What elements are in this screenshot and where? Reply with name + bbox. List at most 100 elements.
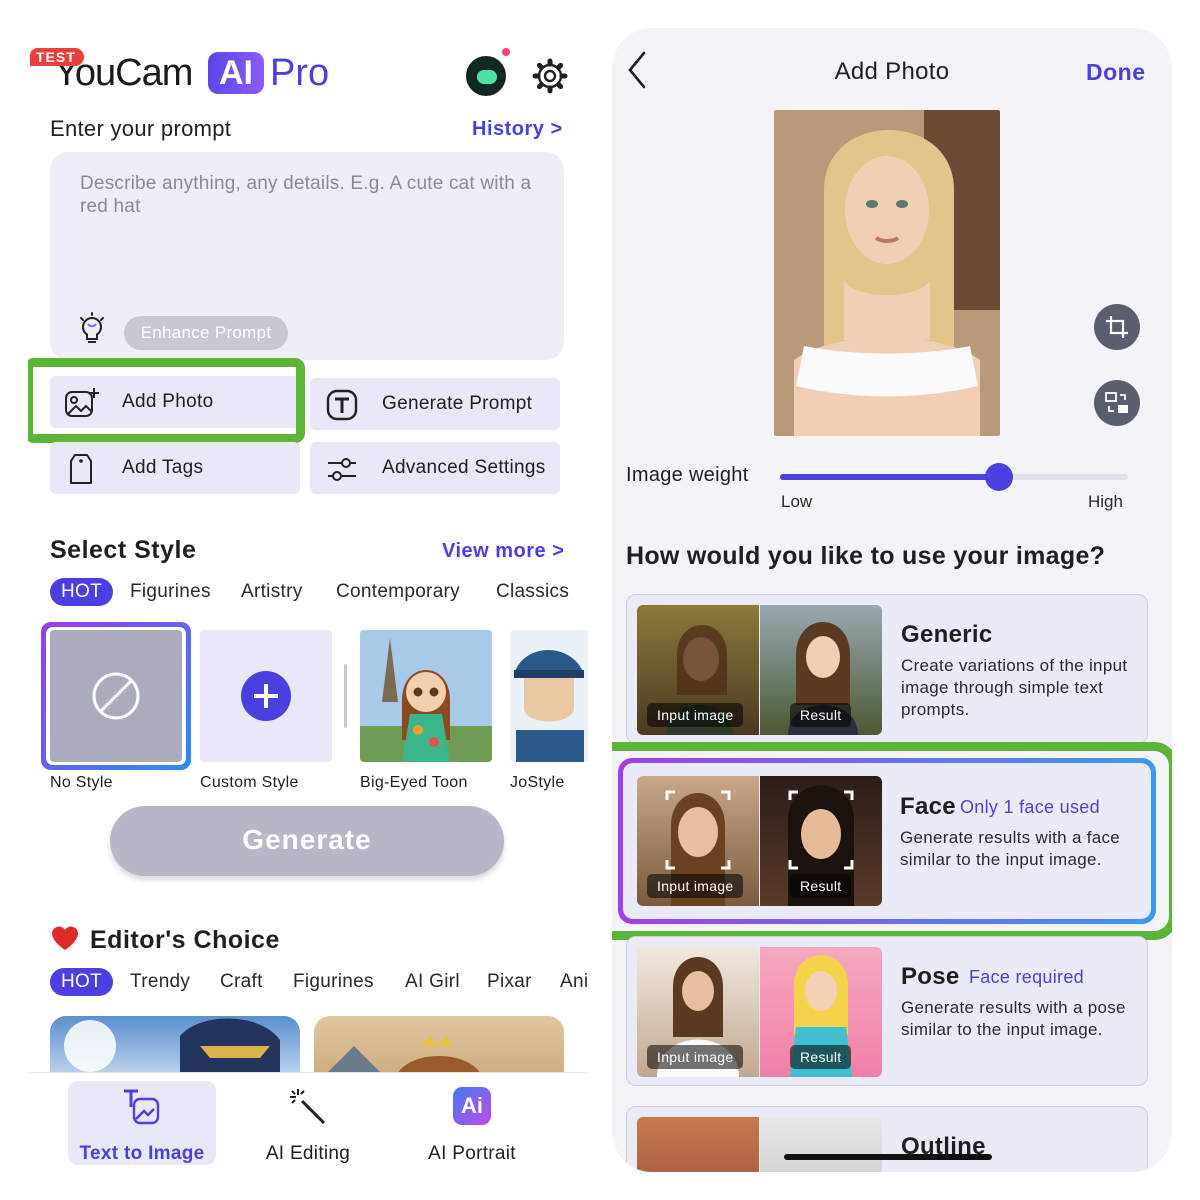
replace-image-icon bbox=[1105, 392, 1128, 413]
advanced-settings-label: Advanced Settings bbox=[382, 457, 546, 478]
notification-dot bbox=[502, 48, 510, 56]
editors-tab-pixar[interactable]: Pixar bbox=[487, 968, 532, 996]
style-tab-contemporary[interactable]: Contemporary bbox=[336, 578, 460, 606]
image-weight-label: Image weight bbox=[626, 464, 749, 486]
style-tabs: HOT Figurines Artistry Contemporary Clas… bbox=[50, 578, 588, 608]
nav-label: AI Portrait bbox=[428, 1143, 516, 1164]
editors-tab-trendy[interactable]: Trendy bbox=[130, 968, 190, 996]
avatar[interactable] bbox=[466, 56, 506, 96]
style-tab-artistry[interactable]: Artistry bbox=[241, 578, 303, 606]
heart-icon bbox=[52, 926, 78, 950]
test-badge: TEST bbox=[30, 48, 84, 66]
style-tab-figurines[interactable]: Figurines bbox=[130, 578, 211, 606]
highlight-frame bbox=[612, 742, 1172, 940]
pose-result-image: Result bbox=[760, 947, 882, 1077]
option-subtitle: Face required bbox=[969, 967, 1084, 987]
editors-tab-hot[interactable]: HOT bbox=[50, 968, 114, 996]
style-card-custom[interactable] bbox=[200, 630, 332, 762]
pose-input-image: Input image bbox=[637, 947, 759, 1077]
nav-ai-editing[interactable]: AI Editing bbox=[234, 1081, 382, 1165]
input-image-tag: Input image bbox=[647, 1045, 744, 1069]
style-card-no-style[interactable] bbox=[50, 630, 182, 762]
style-label-big-eyed-toon: Big-Eyed Toon bbox=[360, 774, 468, 791]
plus-icon bbox=[241, 671, 291, 721]
generic-input-image: Input image bbox=[637, 605, 759, 735]
slider-fill bbox=[780, 474, 1000, 480]
magic-wand-icon bbox=[290, 1089, 326, 1125]
add-tags-button[interactable]: Add Tags bbox=[50, 442, 300, 494]
option-outline[interactable]: Outline bbox=[626, 1106, 1148, 1172]
slider-high-label: High bbox=[1088, 492, 1123, 511]
generic-result-image: Result bbox=[760, 605, 882, 735]
option-description: Create variations of the input image thr… bbox=[901, 656, 1128, 719]
option-pose[interactable]: Input image Result Pose Face required Ge… bbox=[626, 936, 1148, 1086]
generate-prompt-label: Generate Prompt bbox=[382, 393, 533, 414]
nav-label: AI Editing bbox=[265, 1143, 351, 1164]
style-card-big-eyed-toon[interactable] bbox=[360, 630, 492, 762]
ai-portrait-icon: Ai bbox=[453, 1087, 491, 1125]
prompt-title: Enter your prompt bbox=[50, 116, 232, 141]
result-tag: Result bbox=[790, 1045, 852, 1069]
no-style-icon bbox=[92, 672, 140, 720]
option-title: Generic bbox=[901, 621, 993, 648]
style-tab-classics[interactable]: Classics bbox=[496, 578, 569, 606]
bottom-nav: Text to Image AI Editing Ai AI Portrait bbox=[28, 1072, 588, 1172]
toon-thumbnail bbox=[360, 630, 492, 762]
input-image-tag: Input image bbox=[647, 703, 744, 727]
editors-tab-ani[interactable]: Ani bbox=[560, 968, 588, 996]
sliders-icon bbox=[328, 458, 356, 481]
generate-prompt-button[interactable]: Generate Prompt bbox=[310, 378, 560, 430]
jostyle-thumbnail bbox=[510, 630, 588, 762]
option-description: Generate results with a pose similar to … bbox=[901, 998, 1126, 1039]
done-button[interactable]: Done bbox=[1086, 59, 1146, 86]
nav-text-to-image[interactable]: Text to Image bbox=[68, 1081, 216, 1165]
style-tab-hot[interactable]: HOT bbox=[50, 578, 114, 606]
slider-low-label: Low bbox=[781, 492, 813, 511]
editors-tab-ai-girl[interactable]: AI Girl bbox=[405, 968, 460, 996]
add-tags-label: Add Tags bbox=[122, 457, 204, 478]
result-tag: Result bbox=[790, 703, 852, 727]
editors-tab-figurines[interactable]: Figurines bbox=[293, 968, 374, 996]
nav-label: Text to Image bbox=[79, 1143, 205, 1164]
style-label-no-style: No Style bbox=[50, 774, 113, 791]
image-weight-slider[interactable] bbox=[780, 463, 1128, 491]
highlight-frame bbox=[28, 358, 305, 443]
lightbulb-icon[interactable] bbox=[76, 312, 108, 348]
editors-tab-craft[interactable]: Craft bbox=[220, 968, 263, 996]
editors-choice-title: Editor's Choice bbox=[90, 926, 280, 954]
style-label-custom: Custom Style bbox=[200, 774, 299, 791]
crop-button[interactable] bbox=[1094, 304, 1140, 350]
style-label-jostyle: JoStyle bbox=[510, 774, 565, 791]
logo-pro: Pro bbox=[270, 52, 330, 94]
option-generic[interactable]: Input image Result Generic Create variat… bbox=[626, 594, 1148, 744]
prompt-placeholder: Describe anything, any details. E.g. A c… bbox=[80, 173, 532, 217]
generate-button[interactable]: Generate bbox=[110, 806, 504, 876]
advanced-settings-button[interactable]: Advanced Settings bbox=[310, 442, 560, 494]
prompt-input[interactable]: Describe anything, any details. E.g. A c… bbox=[50, 152, 564, 360]
option-title: Pose bbox=[901, 963, 960, 990]
nav-ai-portrait[interactable]: Ai AI Portrait bbox=[398, 1081, 546, 1165]
slider-knob[interactable] bbox=[985, 463, 1014, 491]
replace-photo-button[interactable] bbox=[1094, 380, 1140, 426]
enhance-prompt-button[interactable]: Enhance Prompt bbox=[124, 316, 288, 350]
style-divider bbox=[344, 664, 347, 728]
editors-tabs: HOT Trendy Craft Figurines AI Girl Pixar… bbox=[50, 968, 588, 998]
style-card-jostyle[interactable] bbox=[510, 630, 588, 762]
logo-ai: AI bbox=[208, 52, 264, 94]
outline-input-image bbox=[637, 1117, 759, 1172]
add-photo-screen: Add Photo Done Image weight Low High How… bbox=[612, 28, 1172, 1172]
gear-icon[interactable] bbox=[530, 56, 570, 96]
tag-icon bbox=[70, 454, 92, 484]
view-more-link[interactable]: View more > bbox=[442, 540, 564, 563]
crop-icon bbox=[1106, 316, 1128, 338]
uploaded-photo bbox=[774, 110, 1000, 436]
usage-question: How would you like to use your image? bbox=[626, 542, 1106, 570]
text-image-icon bbox=[124, 1089, 160, 1125]
portrait-image bbox=[774, 110, 1000, 436]
text-t-icon bbox=[326, 389, 358, 421]
text-to-image-screen: TEST YouCam AI Pro Enter your prompt His… bbox=[28, 28, 588, 1172]
history-link[interactable]: History > bbox=[472, 118, 563, 141]
outline-result-image bbox=[760, 1117, 882, 1172]
home-indicator bbox=[784, 1154, 992, 1160]
select-style-title: Select Style bbox=[50, 536, 197, 564]
